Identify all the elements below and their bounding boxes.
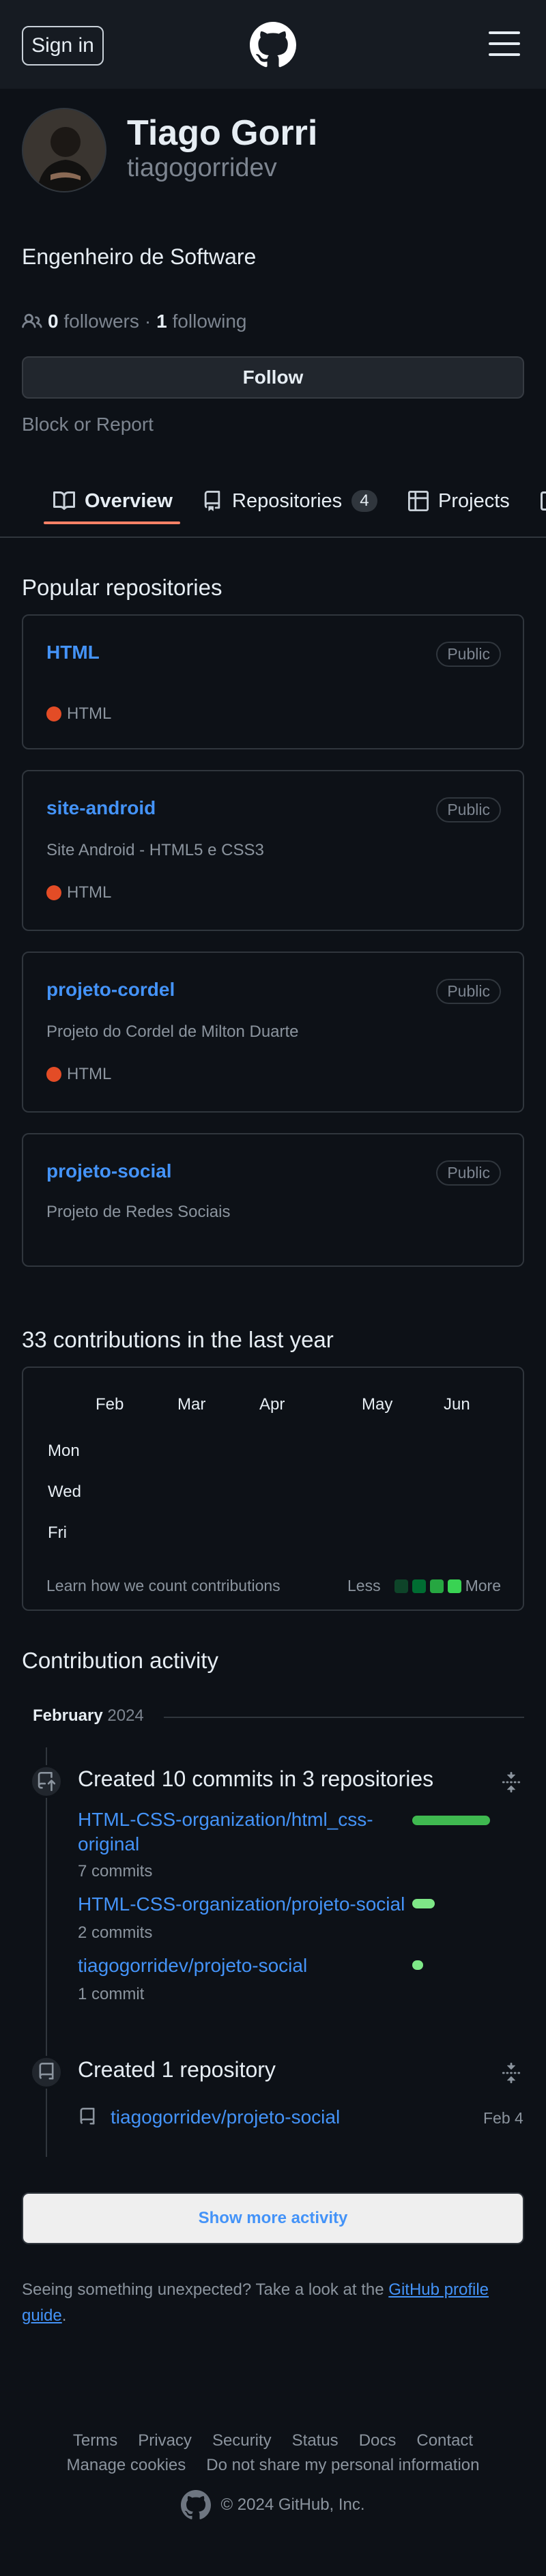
repo-card: projeto-social Public Projeto de Redes S…: [22, 1133, 524, 1267]
repo-link[interactable]: HTML: [46, 642, 100, 663]
contribution-activity-title: Contribution activity: [22, 1648, 218, 1673]
profile-bio: Engenheiro de Software: [22, 244, 257, 269]
created-repo-link[interactable]: tiagogorridev/projeto-social: [111, 2105, 340, 2130]
book-icon: [53, 491, 75, 510]
month-label: Mar: [177, 1395, 206, 1414]
repo-link[interactable]: site-android: [46, 797, 156, 819]
repo-link[interactable]: projeto-cordel: [46, 979, 175, 1001]
timeline-line: [46, 1747, 47, 2157]
footer-terms-link[interactable]: Terms: [73, 2431, 117, 2450]
fold-icon[interactable]: [501, 1772, 521, 1792]
commit-repo-link[interactable]: HTML-CSS-organization/projeto-social: [78, 1892, 405, 1917]
created-repo-title: Created 1 repository: [78, 2057, 276, 2082]
repo-icon: [204, 491, 220, 511]
footer-docs-link[interactable]: Docs: [359, 2431, 397, 2450]
following-link[interactable]: 1 following: [156, 311, 246, 332]
sign-in-button[interactable]: Sign in: [22, 26, 104, 66]
activity-month-header: February 2024: [33, 1706, 144, 1725]
commit-repo-link[interactable]: tiagogorridev/projeto-social: [78, 1954, 307, 1978]
repo-card: projeto-cordel Public Projeto do Cordel …: [22, 951, 524, 1113]
popular-repositories-title: Popular repositories: [22, 575, 222, 600]
follow-button[interactable]: Follow: [22, 356, 524, 399]
block-report-link[interactable]: Block or Report: [22, 414, 154, 435]
do-not-share-link[interactable]: Do not share my personal information: [206, 2456, 479, 2475]
tab-more-partial[interactable]: [541, 470, 546, 532]
visibility-badge: Public: [436, 642, 501, 667]
contributions-title: 33 contributions in the last year: [22, 1327, 334, 1352]
commit-count: 7 commits: [78, 1862, 153, 1880]
footer-contact-link[interactable]: Contact: [416, 2431, 473, 2450]
contribution-graph: Feb Mar Apr May Jun Mon Wed Fri Learn ho…: [22, 1366, 524, 1611]
commit-count: 2 commits: [78, 1923, 153, 1942]
commit-share-bar: [412, 1899, 435, 1908]
footer-links-secondary: Manage cookies Do not share my personal …: [0, 2456, 546, 2475]
language-color-dot: [46, 1067, 61, 1082]
repo-card: site-android Public Site Android - HTML5…: [22, 770, 524, 931]
legend-square: [429, 1579, 444, 1593]
profile-full-name: Tiago Gorri: [127, 113, 318, 153]
show-more-activity-button[interactable]: Show more activity: [22, 2192, 524, 2244]
day-label: Fri: [48, 1523, 67, 1542]
manage-cookies-link[interactable]: Manage cookies: [67, 2456, 186, 2475]
footer-links: Terms Privacy Security Status Docs Conta…: [0, 2431, 546, 2450]
day-label: Wed: [48, 1483, 81, 1501]
legend-square: [447, 1579, 461, 1593]
commit-share-bar: [412, 1960, 423, 1970]
month-label: Apr: [259, 1395, 285, 1414]
visibility-badge: Public: [436, 979, 501, 1004]
github-logo-icon[interactable]: [250, 22, 296, 68]
hamburger-menu-icon[interactable]: [489, 31, 520, 56]
repo-language: HTML: [46, 704, 111, 724]
repo-description: Projeto do Cordel de Milton Duarte: [46, 1022, 299, 1041]
footer-status-link[interactable]: Status: [292, 2431, 339, 2450]
small-repo-icon: [78, 2108, 97, 2130]
tab-repositories[interactable]: Repositories 4: [202, 470, 377, 532]
commits-summary-title: Created 10 commits in 3 repositories: [78, 1766, 434, 1791]
divider: [164, 1717, 524, 1718]
day-label: Mon: [48, 1442, 80, 1460]
footer-copyright: © 2024 GitHub, Inc.: [0, 2490, 546, 2520]
repo-description: Site Android - HTML5 e CSS3: [46, 841, 264, 859]
repo-language: HTML: [46, 883, 111, 902]
repo-icon: [30, 2056, 63, 2089]
repo-language: HTML: [46, 1065, 111, 1084]
profile-username: tiagogorridev: [127, 154, 277, 182]
visibility-badge: Public: [436, 1160, 501, 1186]
legend-square: [412, 1579, 426, 1593]
legend-square: [394, 1579, 408, 1593]
fold-icon[interactable]: [501, 2063, 521, 2083]
profile-guide-notice: Seeing something unexpected? Take a look…: [22, 2280, 489, 2325]
repo-push-icon: [30, 1765, 63, 1798]
commit-count: 1 commit: [78, 1985, 145, 2003]
followers-link[interactable]: 0 followers: [48, 311, 139, 332]
footer-privacy-link[interactable]: Privacy: [138, 2431, 192, 2450]
avatar[interactable]: [22, 108, 106, 192]
commit-repo-link[interactable]: HTML-CSS-organization/html_css-original: [78, 1807, 392, 1857]
repo-description: Projeto de Redes Sociais: [46, 1203, 231, 1221]
month-label: May: [362, 1395, 393, 1414]
profile-tabs: Overview Repositories 4 Projects: [0, 470, 546, 538]
followers-summary: 0 followers · 1 following: [22, 311, 246, 332]
repositories-count: 4: [351, 490, 377, 512]
contribution-legend: Less More: [347, 1577, 501, 1594]
table-icon: [408, 491, 429, 511]
month-label: Feb: [96, 1395, 124, 1414]
active-tab-indicator: [44, 521, 180, 524]
visibility-badge: Public: [436, 797, 501, 822]
language-color-dot: [46, 706, 61, 721]
repo-card: HTML Public HTML: [22, 614, 524, 749]
footer-security-link[interactable]: Security: [212, 2431, 272, 2450]
tab-projects[interactable]: Projects: [408, 470, 510, 532]
github-mark-icon: [181, 2490, 212, 2519]
repo-link[interactable]: projeto-social: [46, 1160, 172, 1182]
created-date: Feb 4: [483, 2109, 523, 2127]
learn-contributions-link[interactable]: Learn how we count contributions: [46, 1577, 281, 1595]
month-label: Jun: [444, 1395, 470, 1414]
commit-share-bar: [412, 1816, 490, 1825]
people-icon: [22, 313, 42, 328]
language-color-dot: [46, 885, 61, 900]
